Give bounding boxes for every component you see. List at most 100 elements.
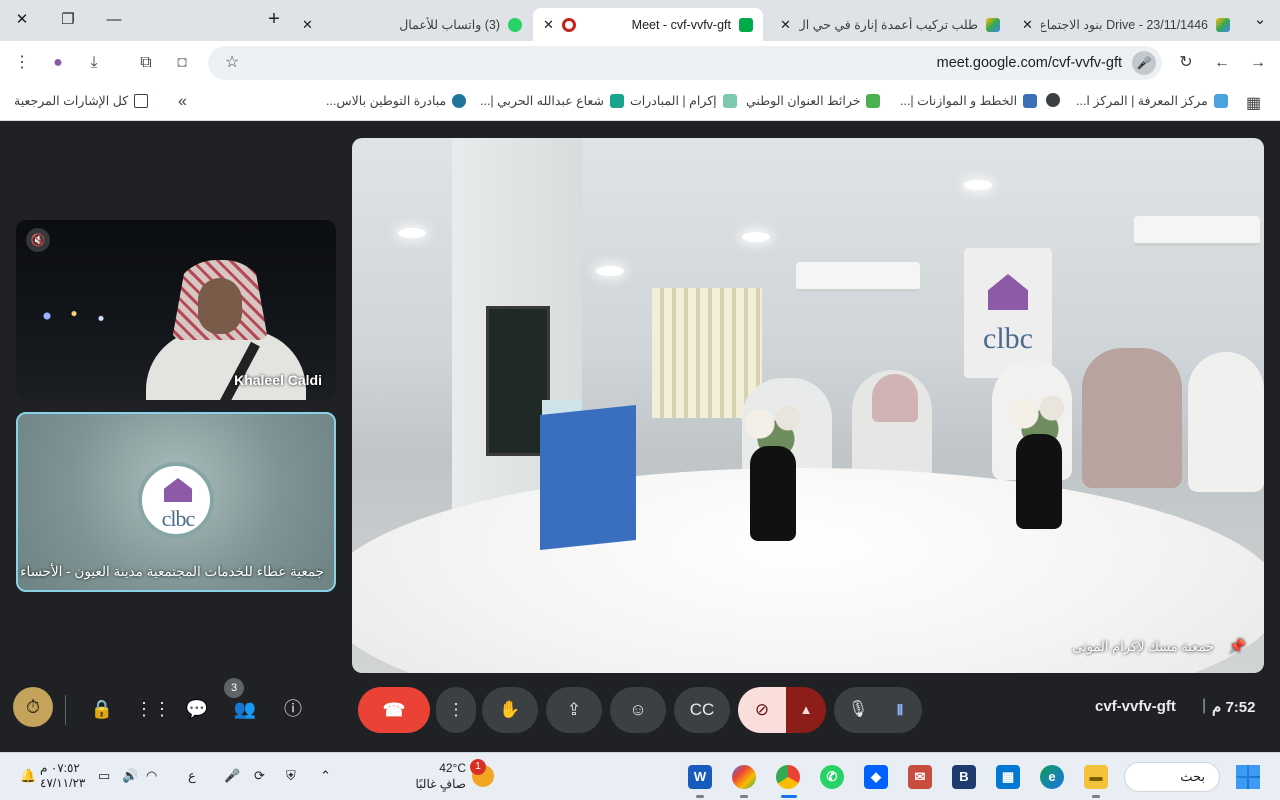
- background-lights: [38, 304, 128, 328]
- people-count-badge: 3: [224, 678, 244, 698]
- b-app-icon[interactable]: B: [952, 765, 976, 789]
- mic-muted-icon: 🔇: [26, 228, 50, 252]
- org-logo-text: clbc: [161, 506, 196, 531]
- pin-icon[interactable]: 📌: [1229, 638, 1246, 655]
- bookmark-knowledge[interactable]: مركز المعرفة | المركز ا...: [1076, 93, 1228, 108]
- activities-grid-icon[interactable]: ⋮⋮: [135, 695, 171, 723]
- folder-icon: [134, 93, 149, 108]
- participant-tile-main[interactable]: clbc جمعية مسك لإكرام الموتى 📌: [352, 138, 1264, 673]
- close-tab-icon[interactable]: ✕: [1022, 17, 1033, 33]
- weather-temp: 42°C: [439, 761, 466, 775]
- all-bookmarks-label: كل الإشارات المرجعية: [14, 94, 129, 108]
- mic-tray-icon[interactable]: 🎤: [224, 768, 240, 784]
- present-screen-icon[interactable]: ⇪: [546, 687, 602, 733]
- meeting-info-icon[interactable]: ⓘ: [279, 695, 307, 723]
- leave-call-button[interactable]: ☎: [358, 687, 430, 733]
- bookmark-star-icon[interactable]: ☆: [220, 51, 244, 75]
- participant-face: [198, 278, 242, 334]
- chat-icon[interactable]: 💬: [183, 695, 211, 723]
- bookmark-plans[interactable]: الخطط و الموازنات |...: [900, 93, 1038, 108]
- word-icon[interactable]: W: [688, 765, 712, 789]
- google-drive-icon: [1216, 17, 1230, 32]
- file-explorer-icon[interactable]: ▬: [1084, 765, 1108, 789]
- microphone-control[interactable]: 🎙 ⦀: [834, 687, 922, 733]
- windows-start-icon[interactable]: [1236, 765, 1260, 789]
- participant-tile-org[interactable]: clbc جمعية عطاء للخدمات المجتمعية مدينة …: [16, 412, 336, 592]
- security-icon[interactable]: ⛨: [286, 768, 296, 784]
- notifications-bell-icon[interactable]: 🔔: [20, 768, 36, 784]
- wifi-icon[interactable]: ◠: [146, 768, 157, 784]
- system-clock[interactable]: ٠٧:٥٢ م ٤٧/١١/٢٣: [40, 761, 85, 791]
- camera-options-chevron-icon[interactable]: ▲: [786, 687, 826, 733]
- address-bar[interactable]: ☆ meet.google.com/cvf-vvfv-gft 🎤: [208, 46, 1162, 80]
- taskbar-search[interactable]: بحث: [1124, 762, 1220, 792]
- close-window-icon[interactable]: ✕: [8, 8, 36, 32]
- google-meet-icon: [739, 17, 753, 32]
- chrome-profile-icon[interactable]: [732, 765, 756, 789]
- audio-level-icon: ⦀: [896, 702, 904, 718]
- apps-grid-icon[interactable]: ▦: [1246, 93, 1261, 113]
- bookmark-label: مركز المعرفة | المركز ا...: [1076, 94, 1208, 108]
- clock-date: ٤٧/١١/٢٣: [40, 776, 86, 790]
- menu-kebab-icon[interactable]: ⋮: [10, 51, 34, 75]
- running-indicator: [696, 795, 704, 798]
- download-icon[interactable]: ⤓: [82, 51, 106, 75]
- close-tab-icon[interactable]: ✕: [302, 17, 313, 33]
- restore-window-icon[interactable]: ❐: [54, 8, 82, 32]
- emoji-reaction-icon[interactable]: ☺: [610, 687, 666, 733]
- store-icon[interactable]: ▦: [996, 765, 1020, 789]
- vase: [750, 446, 796, 541]
- weather-desc: صافٍ غالبًا: [415, 777, 466, 791]
- more-options-icon[interactable]: ⋮: [436, 687, 476, 733]
- browser-tab-strip: ✕ ❐ — + (3) واتساب للأعمال ✕ Meet - cvf-…: [0, 0, 1280, 41]
- tab-drive-meeting[interactable]: Drive - 23/11/1446 بنود الاجتماع ✕: [1012, 8, 1240, 41]
- microphone-icon[interactable]: 🎙: [846, 687, 870, 733]
- bookmark-tawteen[interactable]: مبادرة التوطين بالاس...: [326, 93, 467, 108]
- bookmarks-overflow-button[interactable]: »: [178, 93, 187, 111]
- recording-icon: [561, 17, 576, 32]
- edge-icon[interactable]: e: [1040, 765, 1064, 789]
- raise-hand-icon[interactable]: ✋: [482, 687, 538, 733]
- close-tab-icon[interactable]: ✕: [543, 17, 554, 33]
- people-icon[interactable]: 👥: [231, 695, 259, 723]
- running-indicator: [740, 795, 748, 798]
- timer-icon[interactable]: ⏱: [13, 687, 53, 727]
- tab-whatsapp[interactable]: (3) واتساب للأعمال ✕: [292, 8, 532, 41]
- all-bookmarks[interactable]: كل الإشارات المرجعية: [14, 93, 149, 108]
- minimize-window-icon[interactable]: —: [100, 8, 128, 32]
- bookmark-label: مبادرة التوطين بالاس...: [326, 94, 447, 108]
- tab-meet[interactable]: Meet - cvf-vvfv-gft ✕: [533, 8, 763, 41]
- whatsapp-icon[interactable]: ✆: [820, 765, 844, 789]
- voice-search-icon[interactable]: 🎤: [1132, 51, 1156, 75]
- forward-arrow-icon[interactable]: →: [1246, 51, 1270, 75]
- bookmark-ikram[interactable]: إكرام | المبادرات: [630, 93, 737, 108]
- profile-avatar[interactable]: ●: [46, 51, 70, 75]
- back-arrow-icon[interactable]: ←: [1210, 51, 1234, 75]
- tab-search-chevron-icon[interactable]: ⌄: [1246, 8, 1274, 32]
- sync-icon[interactable]: ⟳: [254, 768, 265, 784]
- input-language[interactable]: ع: [188, 768, 196, 784]
- bookmark-globe[interactable]: [1046, 93, 1060, 107]
- camera-off-icon[interactable]: ⊘: [738, 687, 786, 733]
- weather-widget[interactable]: 42°C صافٍ غالبًا: [412, 760, 466, 792]
- bookmark-shuaa[interactable]: شعاع عبدالله الحربي |...: [480, 93, 624, 108]
- attendee: [1188, 352, 1264, 492]
- extensions-icon[interactable]: ⧉: [134, 51, 158, 75]
- weather-badge: 1: [470, 759, 486, 775]
- mail-icon[interactable]: ✉: [908, 765, 932, 789]
- battery-icon[interactable]: ▭: [98, 768, 110, 784]
- show-hidden-icons-chevron[interactable]: ⌃: [320, 768, 331, 784]
- close-tab-icon[interactable]: ✕: [780, 17, 791, 33]
- screenshot-icon[interactable]: ◘: [170, 51, 194, 75]
- captions-icon[interactable]: CC: [674, 687, 730, 733]
- volume-icon[interactable]: 🔊: [122, 768, 138, 784]
- reload-icon[interactable]: ↻: [1174, 51, 1198, 75]
- participant-tile-camera[interactable]: 🔇 Khaleel Caldi: [16, 220, 336, 400]
- new-tab-button[interactable]: +: [262, 8, 286, 32]
- chrome-icon[interactable]: [776, 765, 800, 789]
- dropbox-icon[interactable]: ◆: [864, 765, 888, 789]
- tab-drive-request[interactable]: طلب تركيب أعمدة إنارة في حي ال ✕: [770, 8, 1010, 41]
- bookmark-maps[interactable]: خرائط العنوان الوطني: [746, 93, 881, 108]
- host-controls-icon[interactable]: 🔒: [88, 695, 116, 723]
- url-text[interactable]: meet.google.com/cvf-vvfv-gft: [937, 55, 1122, 71]
